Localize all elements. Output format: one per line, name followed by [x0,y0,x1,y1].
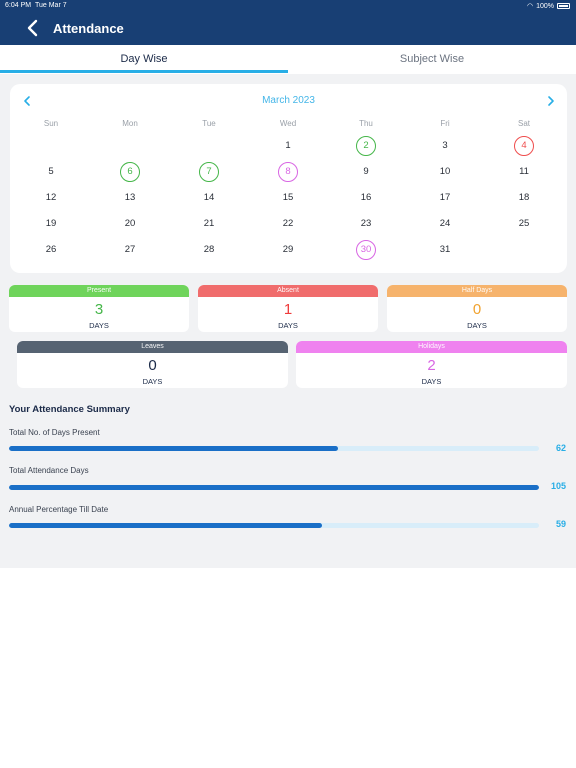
battery-percent: 100% [536,2,554,10]
holidays-count: 2 [427,357,436,374]
calendar-day[interactable]: 12 [41,188,61,208]
calendar-day[interactable]: 17 [435,188,455,208]
present-card-header: Present [9,285,189,297]
summary-bar-annual-percentage [9,523,539,528]
content-area: March 2023 Sun Mon Tue Wed Thu Fri Sat 1234567… [0,74,576,568]
half-days-unit: DAYS [467,321,487,330]
summary-bar-fill [9,446,338,451]
summary-bar-days-present [9,446,539,451]
weekday-label: Thu [359,119,373,128]
holidays-card: Holidays 2 DAYS [296,341,567,388]
status-date: Tue Mar 7 [34,2,67,9]
leaves-count: 0 [148,357,157,374]
half-days-card: Half Days 0 DAYS [387,285,567,332]
weekday-label: Fri [440,119,450,128]
summary-label-annual-percentage: Annual Percentage Till Date [9,505,109,514]
status-bar: 6:04 PM Tue Mar 7 ◠ 100% [0,0,576,11]
active-tab-indicator [0,70,288,73]
summary-label-days-present: Total No. of Days Present [9,428,100,437]
calendar-day[interactable]: 30 [356,240,376,260]
weekday-label: Sun [43,119,59,128]
status-time: 6:04 PM Tue Mar 7 [5,2,67,9]
present-card: Present 3 DAYS [9,285,189,332]
calendar-day[interactable]: 26 [41,240,61,260]
calendar-day[interactable]: 8 [278,162,298,182]
calendar-day[interactable]: 1 [278,136,298,156]
calendar-day[interactable]: 18 [514,188,534,208]
calendar-day[interactable]: 31 [435,240,455,260]
weekday-label: Mon [122,119,138,128]
half-days-count: 0 [472,301,482,318]
summary-bar-attendance-days [9,485,539,490]
calendar-day[interactable]: 10 [435,162,455,182]
absent-count: 1 [283,301,293,318]
calendar-day[interactable]: 13 [120,188,140,208]
absent-unit: DAYS [278,321,298,330]
chevron-right-icon [548,96,554,106]
leaves-unit: DAYS [142,377,163,386]
calendar-day[interactable]: 27 [120,240,140,260]
holidays-unit: DAYS [421,377,442,386]
weekday-label: Sat [517,119,530,128]
summary-title: Your Attendance Summary [9,404,130,415]
summary-value-annual-percentage: 59 [555,519,566,529]
calendar-day[interactable]: 20 [120,214,140,234]
calendar-day[interactable]: 6 [120,162,140,182]
calendar-day[interactable]: 7 [199,162,219,182]
calendar-day[interactable]: 3 [435,136,455,156]
status-clock: 6:04 PM [5,2,32,9]
calendar-day[interactable]: 5 [41,162,61,182]
calendar-day[interactable]: 29 [278,240,298,260]
tab-subject-wise[interactable]: Subject Wise [288,45,576,74]
summary-bar-fill [9,485,539,490]
battery-icon [557,3,570,9]
weekday-label: Wed [279,119,297,128]
calendar-day[interactable]: 2 [356,136,376,156]
next-month-button[interactable] [541,94,561,108]
calendar-day[interactable]: 9 [356,162,376,182]
tab-bar: Day Wise Subject Wise [0,45,576,74]
calendar-day[interactable]: 14 [199,188,219,208]
calendar-day[interactable]: 23 [356,214,376,234]
summary-bar-fill [9,523,322,528]
calendar-day[interactable]: 4 [514,136,534,156]
leaves-card-header: Leaves [17,341,288,353]
calendar-weekdays: Sun Mon Tue Wed Thu Fri Sat [10,119,567,131]
calendar-day[interactable]: 19 [41,214,61,234]
absent-card: Absent 1 DAYS [198,285,378,332]
summary-value-days-present: 62 [555,443,566,453]
present-unit: DAYS [89,321,109,330]
calendar-month-title: March 2023 [262,95,315,106]
leaves-card: Leaves 0 DAYS [17,341,288,388]
calendar-day[interactable]: 16 [356,188,376,208]
status-right: ◠ 100% [527,2,570,10]
absent-card-header: Absent [198,285,378,297]
page-title: Attendance [53,21,124,36]
wifi-icon: ◠ [526,3,534,10]
calendar-day[interactable]: 24 [435,214,455,234]
calendar-day[interactable]: 15 [278,188,298,208]
summary-label-attendance-days: Total Attendance Days [9,466,89,475]
weekday-label: Tue [202,119,216,128]
calendar-day[interactable]: 21 [199,214,219,234]
calendar-day[interactable]: 25 [514,214,534,234]
half-days-card-header: Half Days [387,285,567,297]
chevron-left-icon [27,19,38,37]
summary-value-attendance-days: 105 [550,481,566,491]
calendar-day[interactable]: 28 [199,240,219,260]
calendar-day[interactable]: 22 [278,214,298,234]
present-count: 3 [94,301,104,318]
back-button[interactable] [24,18,42,38]
holidays-card-header: Holidays [296,341,567,353]
calendar: March 2023 Sun Mon Tue Wed Thu Fri Sat 1234567… [10,84,567,273]
app-header: 6:04 PM Tue Mar 7 ◠ 100% Attendance [0,0,576,45]
calendar-day[interactable]: 11 [514,162,534,182]
